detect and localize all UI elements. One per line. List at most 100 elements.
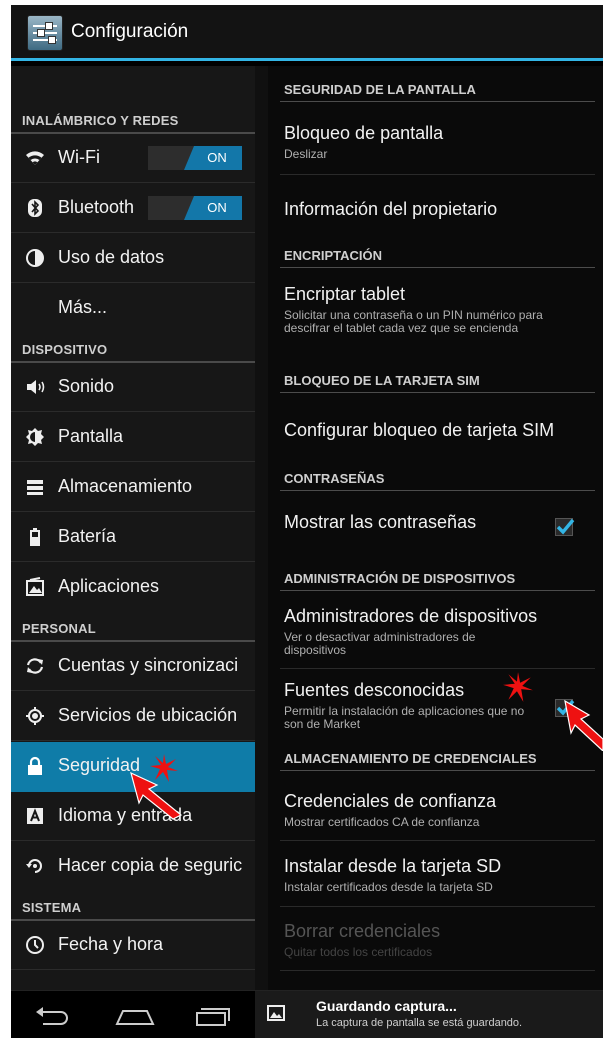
detail-card: SEGURIDAD DE LA PANTALLA Bloqueo de pant… bbox=[268, 66, 603, 990]
backup-icon bbox=[25, 856, 45, 876]
wifi-toggle[interactable]: ON bbox=[148, 146, 242, 170]
sidebar-item-bluetooth[interactable]: Bluetooth ON bbox=[11, 184, 255, 233]
pref-sim-lock[interactable]: Configurar bloqueo de tarjeta SIM bbox=[284, 420, 554, 441]
lock-icon bbox=[25, 756, 45, 776]
pref-title: Administradores de dispositivos bbox=[284, 606, 538, 626]
pref-summary: Solicitar una contraseña o un PIN numéri… bbox=[284, 308, 543, 335]
sidebar-item-label: Aplicaciones bbox=[58, 576, 160, 596]
sidebar-item-sound[interactable]: Sonido bbox=[11, 363, 255, 412]
sidebar-item-more[interactable]: Más... bbox=[11, 284, 255, 334]
divider bbox=[280, 490, 595, 491]
sidebar-item-label: Sonido bbox=[58, 376, 115, 396]
sidebar-item-label: Fecha y hora bbox=[58, 934, 164, 954]
sidebar-item-apps[interactable]: Aplicaciones bbox=[11, 563, 255, 613]
tablet-screen: Configuración INALÁMBRICO Y REDES Wi-Fi … bbox=[11, 5, 603, 1038]
pref-title: Instalar desde la tarjeta SD bbox=[284, 856, 502, 876]
sidebar-item-label: Uso de datos bbox=[58, 247, 165, 267]
section-header-personal: PERSONAL bbox=[22, 621, 96, 636]
sidebar-item-location[interactable]: Servicios de ubicación bbox=[11, 692, 255, 741]
sidebar-item-label: Almacenamiento bbox=[58, 476, 193, 496]
section-header-credential-storage: ALMACENAMIENTO DE CREDENCIALES bbox=[284, 751, 537, 766]
red-arrow-annotation bbox=[564, 699, 603, 751]
pref-title: Encriptar tablet bbox=[284, 284, 406, 304]
sidebar-item-label: Wi-Fi bbox=[58, 147, 100, 167]
notification-title: Guardando captura... bbox=[316, 998, 457, 1014]
pref-summary: Permitir la instalación de aplicaciones … bbox=[284, 704, 525, 731]
sidebar-item-battery[interactable]: Batería bbox=[11, 513, 255, 562]
divider bbox=[280, 392, 595, 393]
section-header-passwords: CONTRASEÑAS bbox=[284, 471, 385, 486]
pref-summary: Mostrar certificados CA de confianza bbox=[284, 815, 480, 829]
divider bbox=[280, 174, 595, 175]
bluetooth-toggle[interactable]: ON bbox=[148, 196, 242, 220]
sidebar-item-label: Bluetooth bbox=[58, 197, 135, 217]
section-header-device: DISPOSITIVO bbox=[22, 342, 108, 357]
section-header-device-admin: ADMINISTRACIÓN DE DISPOSITIVOS bbox=[284, 571, 516, 586]
red-star-annotation bbox=[503, 672, 533, 702]
pref-title: Credenciales de confianza bbox=[284, 791, 497, 811]
divider bbox=[280, 267, 595, 268]
system-nav-bar: Guardando captura... La captura de panta… bbox=[11, 990, 603, 1038]
app-title: Configuración bbox=[71, 21, 189, 42]
clock-icon bbox=[25, 935, 45, 955]
pref-title: Borrar credenciales bbox=[284, 921, 441, 941]
pref-summary: Instalar certificados desde la tarjeta S… bbox=[284, 880, 493, 894]
section-header-sim-lock: BLOQUEO DE LA TARJETA SIM bbox=[284, 373, 480, 388]
pref-summary: Deslizar bbox=[284, 147, 328, 161]
pref-title: Bloqueo de pantalla bbox=[284, 123, 444, 143]
sidebar-item-accounts-sync[interactable]: Cuentas y sincronizaci bbox=[11, 642, 255, 691]
sidebar-item-label: Hacer copia de seguric bbox=[58, 855, 243, 875]
settings-sliders-icon[interactable] bbox=[27, 15, 63, 51]
divider bbox=[280, 840, 595, 841]
toggle-state: ON bbox=[184, 196, 242, 220]
data-usage-icon bbox=[25, 248, 45, 268]
sidebar-item-label: Más... bbox=[58, 297, 108, 317]
apps-icon bbox=[25, 577, 45, 597]
recents-icon[interactable] bbox=[191, 1001, 231, 1029]
settings-sidebar: INALÁMBRICO Y REDES Wi-Fi ON Bluetooth O… bbox=[11, 66, 255, 990]
pref-summary: Ver o desactivar administradores de disp… bbox=[284, 630, 476, 657]
section-header-wireless: INALÁMBRICO Y REDES bbox=[22, 113, 179, 128]
show-passwords-checkbox[interactable] bbox=[555, 518, 575, 536]
divider bbox=[280, 770, 595, 771]
divider bbox=[280, 101, 595, 102]
brightness-icon bbox=[25, 427, 45, 447]
screenshot-notification[interactable]: Guardando captura... La captura de panta… bbox=[255, 991, 603, 1038]
sidebar-item-label: Seguridad bbox=[58, 755, 141, 775]
section-header-screen-security: SEGURIDAD DE LA PANTALLA bbox=[284, 82, 476, 97]
sidebar-item-display[interactable]: Pantalla bbox=[11, 413, 255, 462]
speaker-icon bbox=[25, 377, 45, 397]
pref-title: Fuentes desconocidas bbox=[284, 680, 465, 700]
sidebar-item-data-usage[interactable]: Uso de datos bbox=[11, 234, 255, 283]
checkmark-icon bbox=[556, 518, 575, 535]
sidebar-item-wifi[interactable]: Wi-Fi ON bbox=[11, 134, 255, 183]
divider bbox=[280, 906, 595, 907]
keyboard-icon bbox=[25, 806, 45, 826]
image-icon bbox=[267, 1005, 285, 1021]
action-bar: Configuración bbox=[11, 5, 603, 61]
sidebar-item-backup[interactable]: Hacer copia de seguric bbox=[11, 842, 255, 892]
pref-owner-info[interactable]: Información del propietario bbox=[284, 199, 497, 220]
sidebar-item-label: Servicios de ubicación bbox=[58, 705, 238, 725]
location-icon bbox=[25, 706, 45, 726]
section-header-encryption: ENCRIPTACIÓN bbox=[284, 248, 382, 263]
sidebar-item-label: Cuentas y sincronizaci bbox=[58, 655, 239, 675]
storage-icon bbox=[25, 477, 45, 497]
back-icon[interactable] bbox=[33, 1003, 73, 1027]
sidebar-item-partial[interactable] bbox=[11, 971, 255, 990]
divider bbox=[280, 668, 595, 669]
section-header-system: SISTEMA bbox=[22, 900, 82, 915]
red-star-annotation bbox=[150, 754, 178, 782]
pref-title: Mostrar las contraseñas bbox=[284, 512, 477, 532]
sidebar-item-storage[interactable]: Almacenamiento bbox=[11, 463, 255, 512]
sidebar-item-date-time[interactable]: Fecha y hora bbox=[11, 921, 255, 970]
home-icon[interactable] bbox=[113, 1003, 157, 1027]
battery-icon bbox=[25, 527, 45, 547]
sidebar-item-label: Pantalla bbox=[58, 426, 124, 446]
pref-summary: Quitar todos los certificados bbox=[284, 945, 433, 959]
divider bbox=[280, 970, 595, 971]
security-detail-pane: SEGURIDAD DE LA PANTALLA Bloqueo de pant… bbox=[255, 66, 603, 990]
bluetooth-icon bbox=[25, 198, 45, 218]
toggle-state: ON bbox=[184, 146, 242, 170]
sync-icon bbox=[25, 656, 45, 676]
